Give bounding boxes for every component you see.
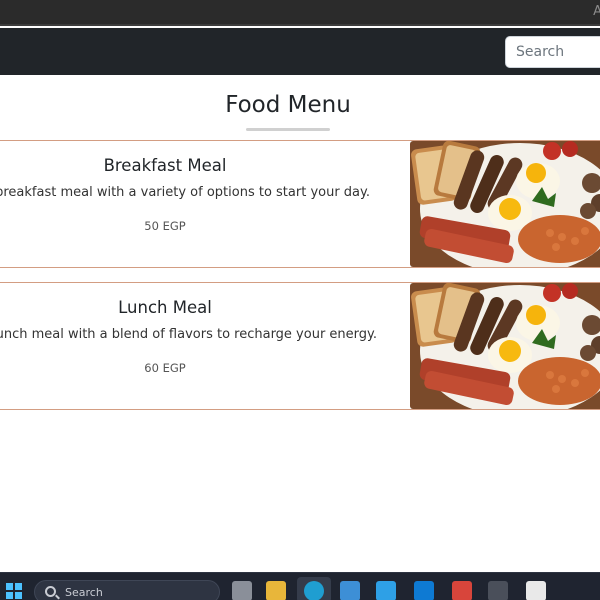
breakfast-image <box>410 141 600 267</box>
store-icon[interactable] <box>340 581 360 600</box>
page-title: Food Menu <box>225 92 351 118</box>
card-description: A delicious breakfast meal with a variet… <box>0 185 370 200</box>
app-icon[interactable] <box>526 581 546 600</box>
title-underline <box>246 128 330 131</box>
search-input[interactable] <box>505 36 600 68</box>
browser-chrome: A <box>0 0 600 26</box>
search-icon <box>45 586 56 597</box>
card-price: 50 EGP <box>144 219 186 233</box>
terminal-icon[interactable] <box>488 581 508 600</box>
taskbar-search-label: Search <box>65 586 103 599</box>
card-description: A satisfying lunch meal with a blend of … <box>0 327 377 342</box>
card-body: Breakfast Meal A delicious breakfast mea… <box>0 141 370 267</box>
app-icon[interactable] <box>376 581 396 600</box>
menu-card-lunch[interactable]: Lunch Meal A satisfying lunch meal with … <box>0 282 600 410</box>
app-icon[interactable] <box>452 581 472 600</box>
taskbar-search[interactable]: Search <box>34 580 220 600</box>
lunch-image <box>410 283 600 409</box>
browser-corner-text: A <box>593 4 600 19</box>
taskbar: Search <box>0 572 600 600</box>
card-body: Lunch Meal A satisfying lunch meal with … <box>0 283 377 409</box>
task-view-icon[interactable] <box>232 581 252 600</box>
edge-browser-icon[interactable] <box>304 581 324 600</box>
menu-card-breakfast[interactable]: Breakfast Meal A delicious breakfast mea… <box>0 140 600 268</box>
vscode-icon[interactable] <box>414 581 434 600</box>
windows-start-icon[interactable] <box>6 583 22 599</box>
card-price: 60 EGP <box>144 361 186 375</box>
navbar <box>0 28 600 75</box>
file-explorer-icon[interactable] <box>266 581 286 600</box>
